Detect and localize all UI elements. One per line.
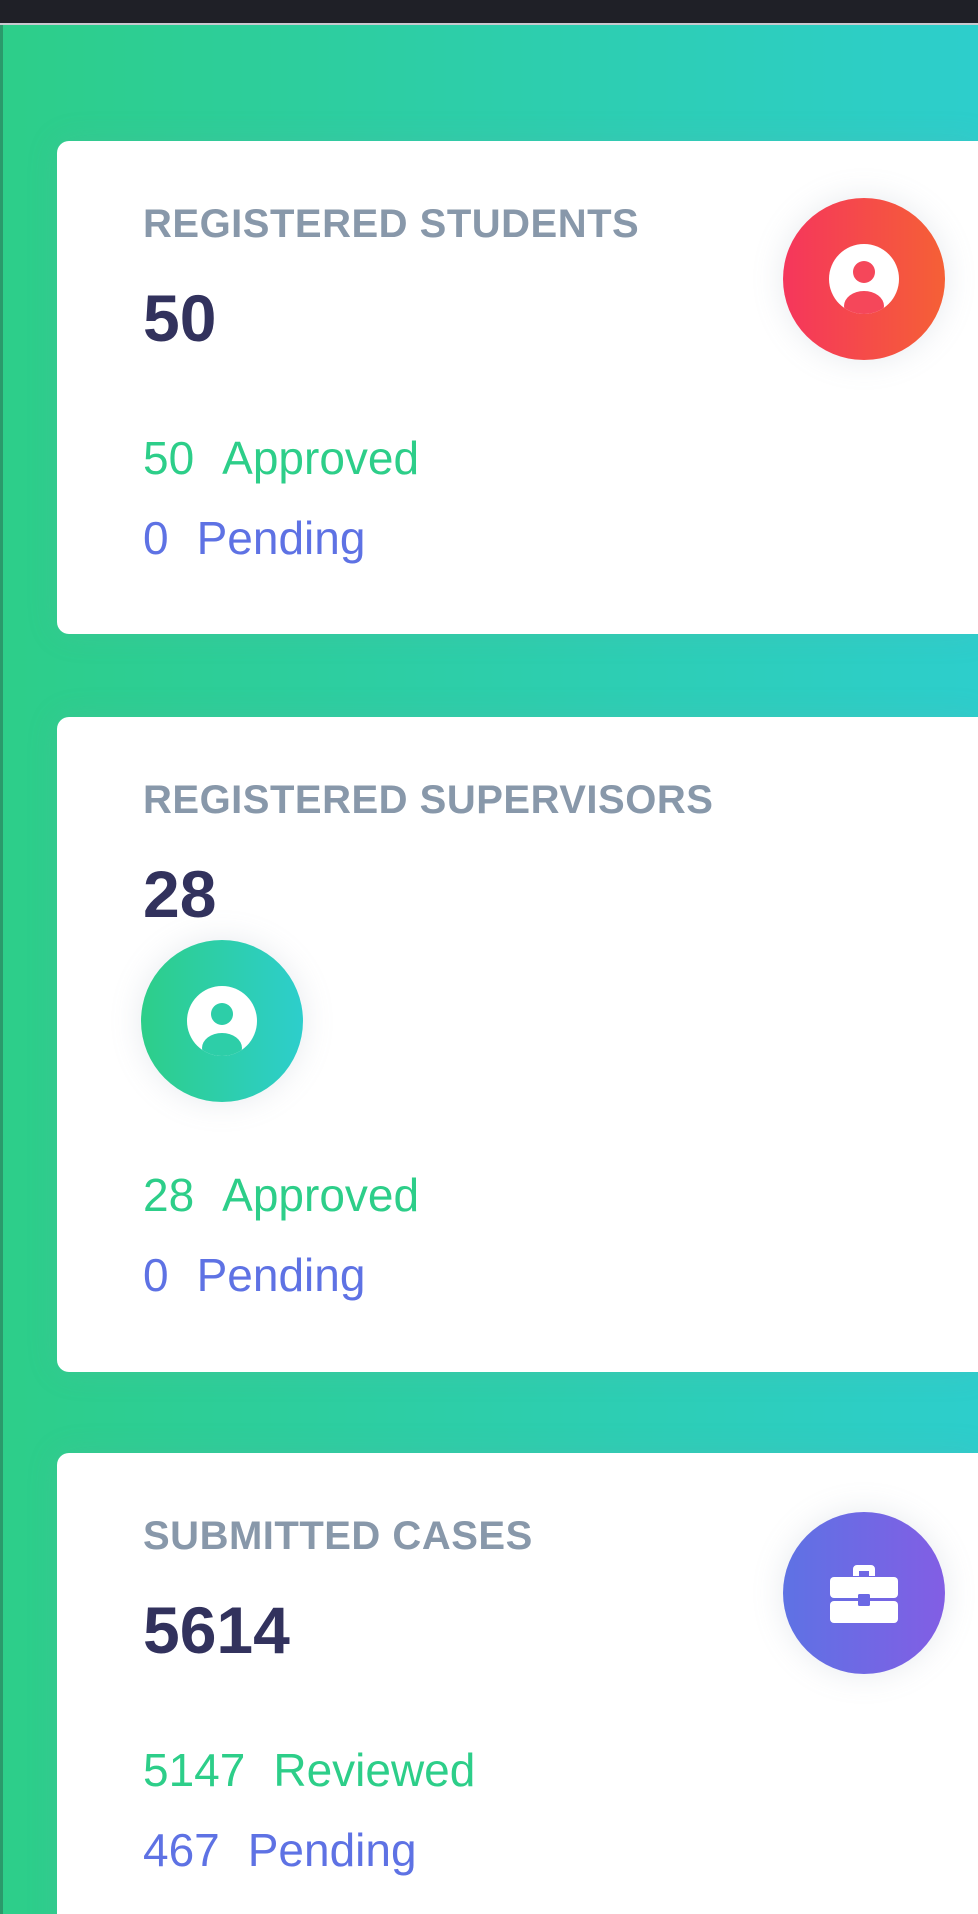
pending-label: Pending bbox=[247, 1824, 417, 1876]
card-title: REGISTERED STUDENTS bbox=[143, 202, 640, 246]
pending-stat: 0 Pending bbox=[143, 515, 365, 561]
card-value: 50 bbox=[143, 281, 217, 355]
approved-stat: 50 Approved bbox=[143, 435, 419, 481]
stats-card-students: REGISTERED STUDENTS 50 50 Approved 0 Pendi… bbox=[57, 141, 978, 634]
card-title: REGISTERED SUPERVISORS bbox=[143, 778, 714, 822]
pending-label: Pending bbox=[196, 512, 366, 564]
icon-shape bbox=[141, 940, 303, 1102]
header-banner: REGISTERED STUDENTS 50 50 Approved 0 Pendi… bbox=[3, 25, 978, 1914]
reviewed-count: 5147 bbox=[143, 1744, 246, 1796]
card-value: 5614 bbox=[143, 1593, 290, 1667]
stats-card-cases: SUBMITTED CASES 5614 5147 Reviewed 467 Pen… bbox=[57, 1453, 978, 1914]
approved-stat: 28 Approved bbox=[143, 1172, 419, 1218]
reviewed-stat: 5147 Reviewed bbox=[143, 1747, 475, 1793]
icon-shape bbox=[783, 198, 945, 360]
briefcase-icon bbox=[830, 1565, 898, 1623]
approved-count: 50 bbox=[143, 432, 195, 484]
stats-card-supervisors: REGISTERED SUPERVISORS 28 28 Approved 0 Pe… bbox=[57, 717, 978, 1372]
pending-stat: 467 Pending bbox=[143, 1827, 417, 1873]
approved-label: Approved bbox=[222, 432, 420, 484]
reviewed-label: Reviewed bbox=[273, 1744, 476, 1796]
card-value: 28 bbox=[143, 857, 217, 931]
user-circle-icon bbox=[829, 244, 899, 314]
pending-count: 467 bbox=[143, 1824, 220, 1876]
user-circle-icon bbox=[187, 986, 257, 1056]
browser-top-bar bbox=[0, 0, 978, 25]
pending-count: 0 bbox=[143, 512, 169, 564]
icon-shape bbox=[783, 1512, 945, 1674]
pending-count: 0 bbox=[143, 1249, 169, 1301]
approved-count: 28 bbox=[143, 1169, 195, 1221]
approved-label: Approved bbox=[222, 1169, 420, 1221]
pending-stat: 0 Pending bbox=[143, 1252, 365, 1298]
card-title: SUBMITTED CASES bbox=[143, 1514, 533, 1558]
pending-label: Pending bbox=[196, 1249, 366, 1301]
